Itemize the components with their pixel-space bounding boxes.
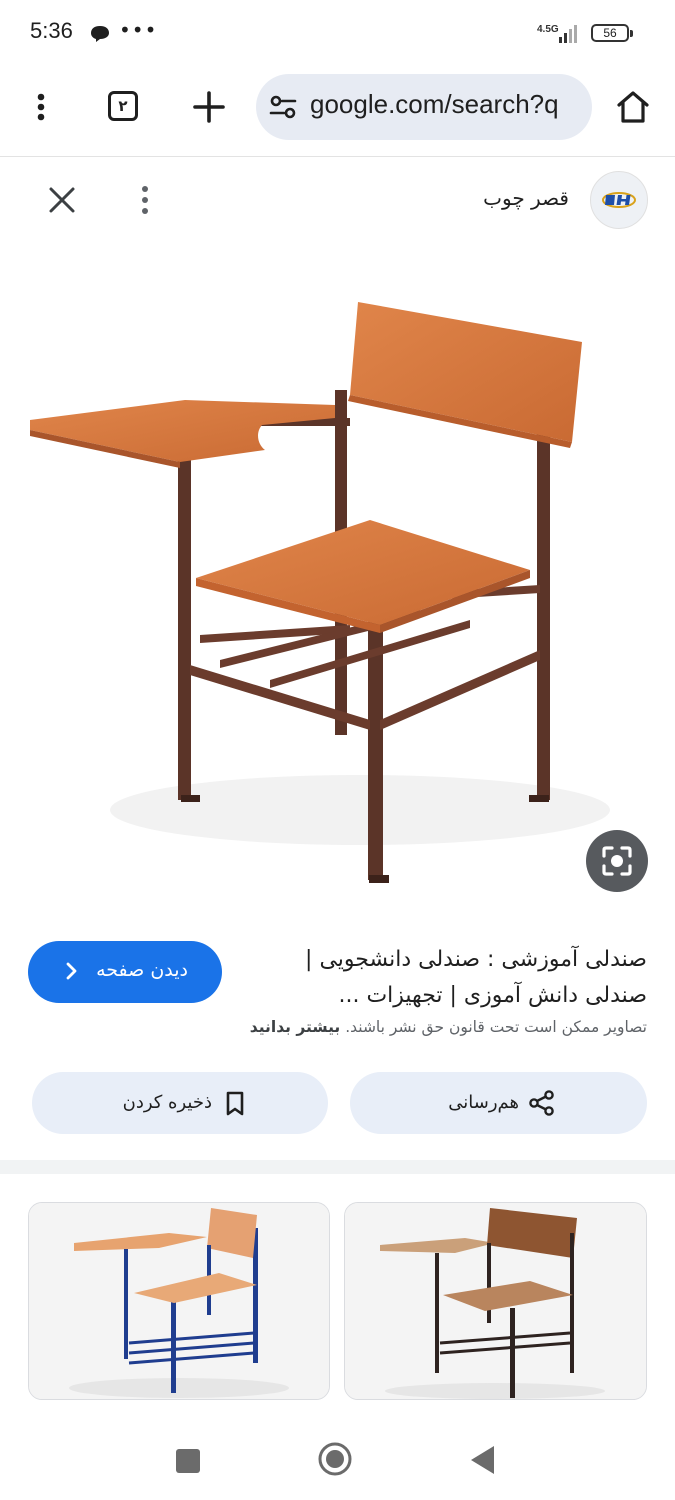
related-image[interactable] bbox=[28, 1202, 330, 1400]
new-tab-button[interactable] bbox=[192, 90, 226, 124]
network-type: 4.5G bbox=[537, 24, 559, 35]
tab-count: ۲ bbox=[118, 97, 128, 115]
home-nav-icon[interactable] bbox=[317, 1441, 353, 1481]
copyright-text: تصاویر ممکن است تحت قانون حق نشر باشند. bbox=[345, 1018, 647, 1036]
learn-more-link[interactable]: بیشتر بدانید bbox=[250, 1018, 340, 1036]
more-notifications-icon: ••• bbox=[119, 18, 158, 42]
status-time: 5:36 bbox=[30, 18, 73, 43]
share-button[interactable]: هم‌رسانی bbox=[350, 1072, 647, 1134]
visit-page-button[interactable]: دیدن صفحه bbox=[28, 941, 222, 1003]
visit-page-label: دیدن صفحه bbox=[96, 959, 188, 981]
save-button[interactable]: ذخیره کردن bbox=[32, 1072, 328, 1134]
site-logo[interactable] bbox=[590, 171, 648, 229]
save-label: ذخیره کردن bbox=[122, 1092, 212, 1113]
battery-level: 56 bbox=[603, 26, 617, 40]
source-name[interactable]: قصر چوب bbox=[483, 186, 569, 210]
chat-notification-icon bbox=[90, 25, 110, 47]
back-icon[interactable] bbox=[470, 1445, 496, 1479]
section-divider bbox=[0, 1160, 675, 1174]
google-lens-icon[interactable] bbox=[586, 830, 648, 892]
more-options-icon[interactable] bbox=[130, 184, 160, 216]
close-icon[interactable] bbox=[46, 184, 78, 216]
bookmark-icon bbox=[224, 1091, 246, 1122]
result-title[interactable]: صندلی آموزشی : صندلی دانشجویی | صندلی دا… bbox=[277, 942, 647, 1014]
preview-image[interactable] bbox=[0, 250, 675, 910]
chevron-right-icon bbox=[66, 961, 78, 986]
url-text[interactable]: google.com/search?q bbox=[310, 89, 582, 120]
site-settings-icon[interactable] bbox=[268, 92, 298, 126]
share-icon bbox=[528, 1089, 556, 1122]
battery-indicator: 56 bbox=[591, 24, 633, 42]
related-image[interactable] bbox=[344, 1202, 647, 1400]
home-icon[interactable] bbox=[614, 88, 652, 130]
share-label: هم‌رسانی bbox=[448, 1092, 519, 1113]
copyright-notice: تصاویر ممکن است تحت قانون حق نشر باشند. … bbox=[27, 1018, 647, 1036]
more-vert-icon[interactable] bbox=[26, 92, 56, 122]
recents-icon[interactable] bbox=[175, 1448, 201, 1478]
signal-icon: 4.5G bbox=[537, 21, 583, 49]
tab-switcher-button[interactable]: ۲ bbox=[108, 91, 138, 121]
